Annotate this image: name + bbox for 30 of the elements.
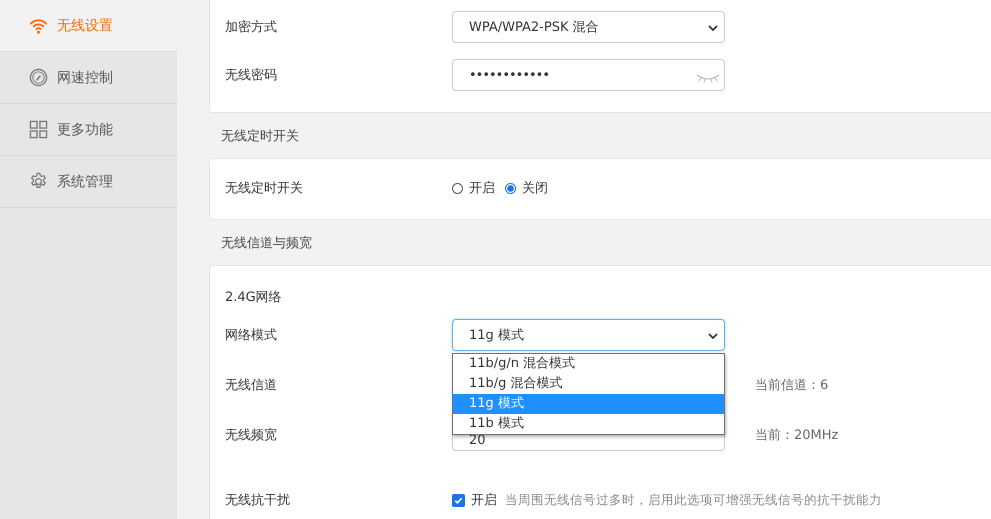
field-label: 无线频宽: [225, 427, 278, 444]
gauge-icon: [29, 68, 48, 87]
field-label: 无线抗干扰: [225, 492, 291, 509]
sidebar-item[interactable]: 系统管理: [0, 156, 177, 208]
caret-icon: [708, 25, 718, 31]
password-field[interactable]: ••••••••••••: [452, 59, 725, 91]
checkbox-option[interactable]: 开启: [452, 491, 497, 509]
hint-text: 当周围无线信号过多时，启用此选项可增强无线信号的抗干扰能力: [505, 492, 882, 508]
section-title: 无线信道与频宽: [220, 234, 313, 252]
mode-select[interactable]: 11g 模式: [452, 319, 725, 351]
bandwidth-note: 当前：20MHz: [755, 427, 838, 444]
section-title: 无线定时开关: [220, 128, 300, 146]
dropdown-option[interactable]: 11b/g/n 混合模式: [453, 354, 724, 374]
closed-eye-icon: [696, 73, 720, 83]
radio-option[interactable]: 关闭: [505, 179, 548, 197]
sidebar-item[interactable]: 更多功能: [0, 104, 177, 156]
field-label: 网络模式: [225, 327, 278, 344]
sidebar-item[interactable]: 网速控制: [0, 52, 177, 104]
dropdown-option[interactable]: 11b/g 混合模式: [453, 374, 724, 394]
settings-icon: [29, 172, 48, 191]
field-label: 无线密码: [225, 67, 278, 84]
field-label: 加密方式: [225, 19, 278, 36]
field-label: 无线定时开关: [225, 180, 304, 197]
encryption-select[interactable]: WPA/WPA2-PSK 混合: [452, 11, 725, 43]
field-label: 无线信道: [225, 377, 278, 394]
grid-icon: [29, 120, 48, 139]
channel-note: 当前信道：6: [755, 377, 828, 394]
subsection-title: 2.4G网络: [225, 289, 283, 307]
radio-option[interactable]: 开启: [452, 179, 495, 197]
caret-icon: [708, 333, 718, 339]
